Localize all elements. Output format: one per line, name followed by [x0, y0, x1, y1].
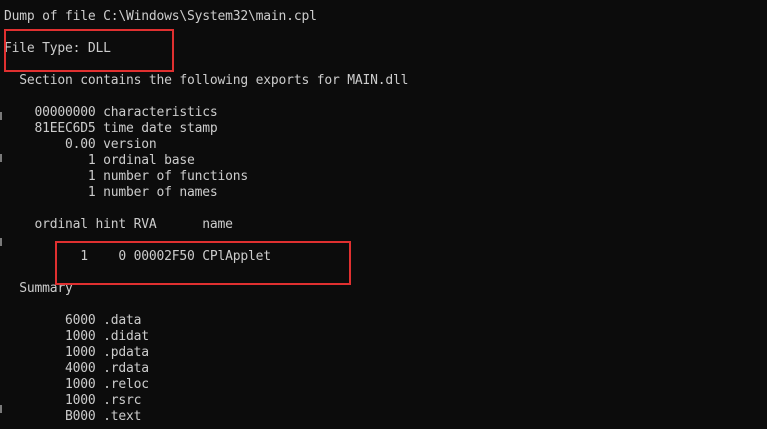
- characteristics-line: 00000000 characteristics: [4, 105, 218, 120]
- summary-row-data: 6000 .data: [4, 313, 142, 328]
- summary-row-rdata: 4000 .rdata: [4, 361, 149, 376]
- dump-header-line: Dump of file C:\Windows\System32\main.cp…: [4, 9, 317, 24]
- name-count-line: 1 number of names: [4, 185, 218, 200]
- summary-row-rsrc: 1000 .rsrc: [4, 393, 142, 408]
- left-edge-marker: [0, 112, 2, 120]
- exports-header-line: ordinal hint RVA name: [4, 217, 234, 232]
- file-type-highlight-box: [4, 29, 174, 72]
- summary-row-didat: 1000 .didat: [4, 329, 149, 344]
- left-edge-marker: [0, 238, 2, 246]
- export-entry-highlight-box: [55, 241, 351, 285]
- left-edge-marker: [0, 405, 2, 413]
- left-edge-marker: [0, 154, 2, 162]
- summary-row-reloc: 1000 .reloc: [4, 377, 149, 392]
- ordinal-base-line: 1 ordinal base: [4, 153, 195, 168]
- summary-row-pdata: 1000 .pdata: [4, 345, 149, 360]
- version-line: 0.00 version: [4, 137, 157, 152]
- summary-row-text: B000 .text: [4, 409, 142, 424]
- function-count-line: 1 number of functions: [4, 169, 249, 184]
- console-window[interactable]: Dump of file C:\Windows\System32\main.cp…: [0, 0, 767, 429]
- timestamp-line: 81EEC6D5 time date stamp: [4, 121, 218, 136]
- exports-section-line: Section contains the following exports f…: [4, 73, 409, 88]
